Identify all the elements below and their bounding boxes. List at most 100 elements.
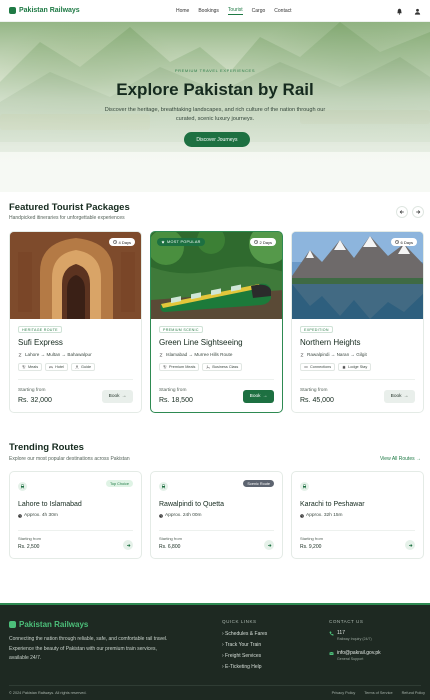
nav-link-contact[interactable]: Contact xyxy=(274,8,291,15)
nav-link-bookings[interactable]: Bookings xyxy=(198,8,219,15)
route-divider xyxy=(300,530,415,531)
route-card-karachi-peshawar[interactable]: Karachi to Peshawar Approx. 32h 15m Star… xyxy=(291,471,424,559)
scenic-route-badge: Scenic Route xyxy=(243,480,274,487)
book-button[interactable]: Book → xyxy=(384,390,415,403)
hero-subtitle: Discover the heritage, breathtaking land… xyxy=(104,107,326,122)
footer-link-freight[interactable]: › Freight Services xyxy=(222,653,261,659)
route-price-label: Starting from xyxy=(18,536,41,541)
feature-guide: Guide xyxy=(71,363,96,371)
package-route-text: Rawalpindi → Naran → Gilgit xyxy=(307,352,367,357)
route-go-button[interactable] xyxy=(123,540,133,550)
star-icon xyxy=(161,240,165,244)
nav-link-cargo[interactable]: Cargo xyxy=(252,8,266,15)
arrow-right-icon: → xyxy=(121,394,127,399)
arrow-right-icon xyxy=(267,543,271,547)
price-label: Starting from xyxy=(18,388,46,393)
bell-icon[interactable] xyxy=(396,8,403,15)
brand-name: Pakistan Railways xyxy=(19,7,80,14)
package-card-northern-heights[interactable]: 6 Days EXPEDITION Northern Heights Rawal… xyxy=(291,231,424,413)
book-label: Book xyxy=(249,394,261,399)
price: Rs. 18,500 xyxy=(159,397,193,404)
book-button[interactable]: Book → xyxy=(102,390,133,403)
book-label: Book xyxy=(108,394,120,399)
route-card-lahore-islamabad[interactable]: Top Choice Lahore to Islamabad Approx. 4… xyxy=(9,471,142,559)
connections-icon xyxy=(304,366,308,368)
privacy-policy-link[interactable]: Privacy Policy xyxy=(332,691,356,695)
package-features: Connections Lodge Stay xyxy=(300,363,372,371)
footer-link-track-train[interactable]: › Track Your Train xyxy=(222,642,261,648)
route-duration: Approx. 32h 15m xyxy=(300,513,343,518)
contact-heading: CONTACT US xyxy=(329,619,364,624)
packages-title: Featured Tourist Packages xyxy=(9,202,130,213)
contact-phone-sub: Railway Inquiry (24/7) xyxy=(337,637,372,641)
carousel-next-button[interactable] xyxy=(412,206,424,218)
card-divider xyxy=(18,379,133,380)
package-tag: HERITAGE ROUTE xyxy=(18,326,62,333)
contact-phone-number: 117 xyxy=(337,630,345,636)
view-all-routes-link[interactable]: View All Routes → xyxy=(380,456,421,462)
contact-phone[interactable]: 117 Railway Inquiry (24/7) xyxy=(329,630,372,641)
route-go-button[interactable] xyxy=(264,540,274,550)
terms-of-service-link[interactable]: Terms of Service xyxy=(364,691,392,695)
arrow-right-icon: → xyxy=(403,394,409,399)
arrow-left-icon xyxy=(399,210,404,214)
footer-description: Connecting the nation through reliable, … xyxy=(9,636,168,661)
nav-link-tourist[interactable]: Tourist xyxy=(227,7,243,15)
hero-title: Explore Pakistan by Rail xyxy=(116,80,314,99)
footer-link-eticketing[interactable]: › E-Ticketing Help xyxy=(222,664,262,670)
seat-icon xyxy=(206,365,210,369)
lodge-icon xyxy=(342,365,346,369)
discover-journeys-button[interactable]: Discover Journeys xyxy=(184,132,250,147)
route-go-button[interactable] xyxy=(405,540,415,550)
package-route-text: Islamabad → Murree Hills Route xyxy=(166,352,233,357)
package-card-green-line[interactable]: MOST POPULAR 2 Days PREMIUM SCENIC Green… xyxy=(150,231,283,413)
route-title: Karachi to Peshawar xyxy=(300,501,365,508)
nav-link-home[interactable]: Home xyxy=(176,8,189,15)
route-title: Rawalpindi to Quetta xyxy=(159,501,224,508)
routes-subtitle: Explore our most popular destinations ac… xyxy=(9,456,130,462)
package-route: Rawalpindi → Naran → Gilgit xyxy=(300,352,367,357)
route-price-label: Starting from xyxy=(300,536,323,541)
route-price: Rs. 6,800 xyxy=(159,544,181,550)
brand-logo-icon xyxy=(9,7,16,14)
route-icon xyxy=(159,353,163,356)
package-features: Premium Meals Business Class xyxy=(159,363,243,371)
mail-icon xyxy=(329,652,334,655)
arrow-right-icon xyxy=(126,543,130,547)
footer-brand[interactable]: Pakistan Railways xyxy=(9,620,88,629)
route-card-rawalpindi-quetta[interactable]: Scenic Route Rawalpindi to Quetta Approx… xyxy=(150,471,283,559)
card-divider xyxy=(300,379,415,380)
brand[interactable]: Pakistan Railways xyxy=(9,7,80,14)
contact-email-address: info@pakrail.gov.pk xyxy=(337,650,381,656)
footer: Pakistan Railways Connecting the nation … xyxy=(0,603,430,700)
brand-logo-icon xyxy=(9,621,16,628)
utensils-icon xyxy=(22,365,26,369)
footer-brand-name: Pakistan Railways xyxy=(19,620,89,629)
refund-policy-link[interactable]: Refund Policy xyxy=(402,691,425,695)
package-card-sufi-express[interactable]: 4 Days HERITAGE ROUTE Sufi Express Lahor… xyxy=(9,231,142,413)
route-price: Rs. 2,500 xyxy=(18,544,40,550)
feature-connections: Connections xyxy=(300,363,336,371)
days-badge: 2 Days xyxy=(249,238,276,246)
feature-lodge-stay: Lodge Stay xyxy=(338,363,372,371)
package-title: Northern Heights xyxy=(300,338,361,347)
days-badge: 6 Days xyxy=(390,238,417,246)
package-route-text: Lahore → Multan → Bahawalpur xyxy=(25,352,92,357)
package-title: Sufi Express xyxy=(18,338,63,347)
contact-email[interactable]: info@pakrail.gov.pk General Support xyxy=(329,650,381,661)
carousel-prev-button[interactable] xyxy=(396,206,408,218)
bed-icon xyxy=(49,366,53,369)
book-button[interactable]: Book → xyxy=(243,390,274,403)
footer-divider xyxy=(9,685,421,686)
route-duration-text: Approx. 32h 15m xyxy=(306,513,343,518)
route-duration: Approx. 24h 00m xyxy=(159,513,202,518)
route-divider xyxy=(18,530,133,531)
arrow-right-icon xyxy=(408,543,412,547)
user-icon[interactable] xyxy=(414,8,421,15)
footer-link-schedules[interactable]: › Schedules & Fares xyxy=(222,631,267,637)
price-label: Starting from xyxy=(159,388,187,393)
top-navbar: Pakistan Railways Home Bookings Tourist … xyxy=(0,0,430,22)
price: Rs. 45,000 xyxy=(300,397,334,404)
days-label: 4 Days xyxy=(118,239,131,245)
arrow-right-icon xyxy=(416,210,421,214)
